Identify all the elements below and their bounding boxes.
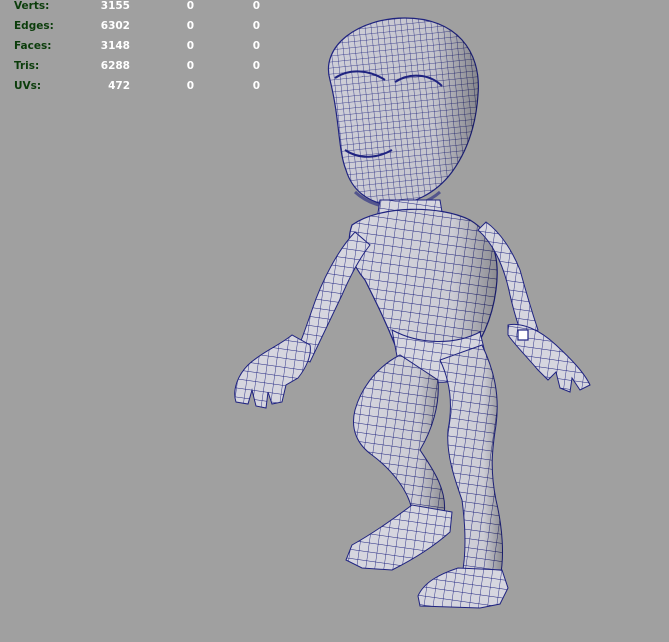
poly-count-hud: Verts: 3155 0 0 Edges: 6302 0 0 Faces: 3… bbox=[0, 0, 270, 100]
head-mesh bbox=[327, 17, 479, 209]
hud-row-faces: Faces: 3148 0 0 bbox=[0, 40, 270, 60]
viewport-3d[interactable]: Verts: 3155 0 0 Edges: 6302 0 0 Faces: 3… bbox=[0, 0, 669, 642]
hud-row-tris: Tris: 6288 0 0 bbox=[0, 60, 270, 80]
hud-value-selected: 0 bbox=[186, 60, 194, 72]
hud-value-total: 3148 bbox=[100, 40, 130, 52]
hud-value-total: 6302 bbox=[100, 20, 130, 32]
hud-label: Verts: bbox=[14, 0, 50, 12]
hud-value-selected-2: 0 bbox=[252, 60, 260, 72]
hud-value-selected-2: 0 bbox=[252, 40, 260, 52]
hud-label: Tris: bbox=[14, 60, 40, 72]
left-arm-mesh bbox=[234, 231, 371, 409]
hud-label: Edges: bbox=[14, 20, 54, 32]
hud-label: UVs: bbox=[14, 80, 42, 92]
hud-row-edges: Edges: 6302 0 0 bbox=[0, 20, 270, 40]
hud-value-selected: 0 bbox=[186, 20, 194, 32]
hud-value-selected-2: 0 bbox=[252, 20, 260, 32]
hud-value-selected-2: 0 bbox=[252, 80, 260, 92]
hud-row-uvs: UVs: 472 0 0 bbox=[0, 80, 270, 100]
hud-label: Faces: bbox=[14, 40, 52, 52]
hud-value-total: 472 bbox=[108, 80, 130, 92]
hud-value-selected: 0 bbox=[186, 40, 194, 52]
hud-value-total: 6288 bbox=[100, 60, 130, 72]
hud-value-selected-2: 0 bbox=[252, 0, 260, 12]
left-leg-mesh bbox=[345, 354, 453, 571]
right-arm-mesh bbox=[477, 221, 591, 393]
hud-value-selected: 0 bbox=[186, 0, 194, 12]
hud-row-verts: Verts: 3155 0 0 bbox=[0, 0, 270, 20]
hud-value-total: 3155 bbox=[100, 0, 130, 12]
hud-value-selected: 0 bbox=[186, 80, 194, 92]
